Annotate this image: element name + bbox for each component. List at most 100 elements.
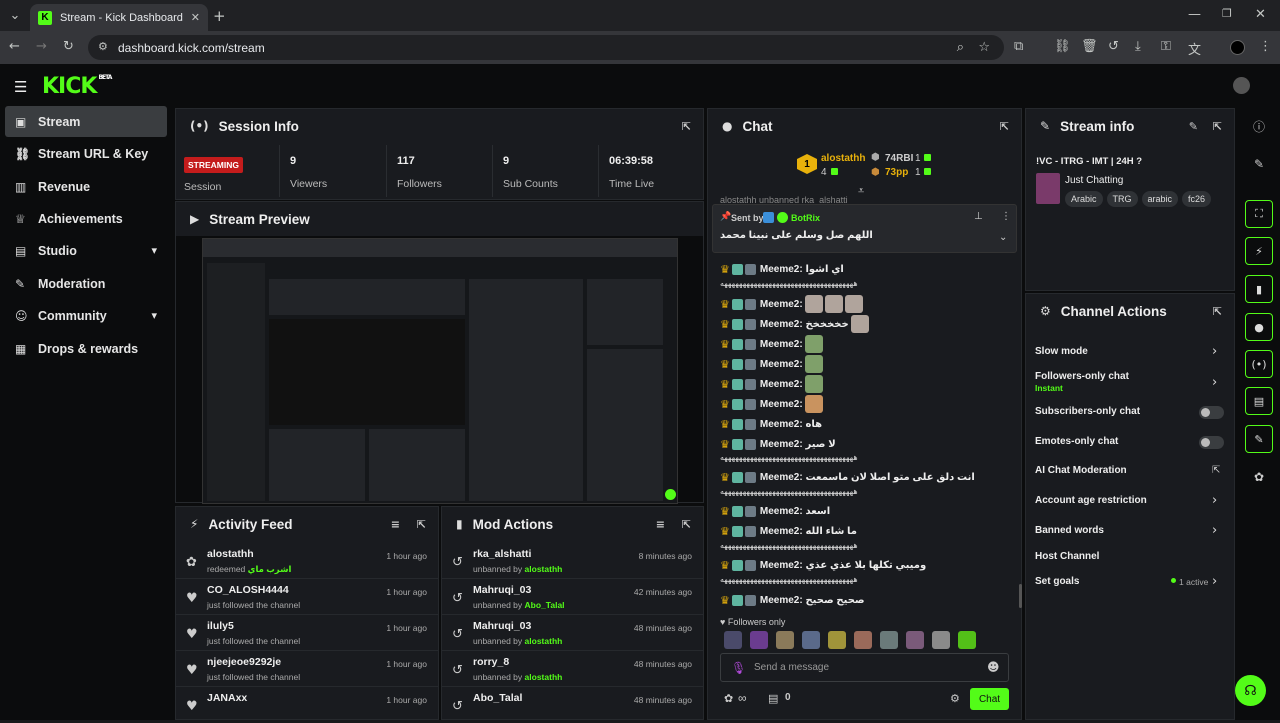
emote-icon[interactable] — [932, 631, 950, 649]
session-widget-icon[interactable]: (•) — [1245, 350, 1273, 378]
chat-username[interactable]: Meeme2: — [760, 472, 803, 483]
unpin-icon[interactable]: ⊥ — [974, 211, 983, 222]
emotes-only-toggle[interactable] — [1199, 436, 1224, 449]
chat-send-button[interactable]: Chat — [970, 688, 1009, 710]
activity-user[interactable]: CO_ALOSH4444 — [207, 584, 289, 596]
chat-widget-icon[interactable]: ● — [1245, 313, 1273, 341]
mod-target[interactable]: rka_alshatti — [473, 548, 531, 560]
external-link-icon[interactable]: ⇱ — [1212, 465, 1220, 476]
emote-icon[interactable] — [906, 631, 924, 649]
translate-ext-icon[interactable]: 文 — [1188, 39, 1201, 58]
ai-moderation-action[interactable]: AI Chat Moderation — [1035, 465, 1127, 476]
emote-icon[interactable] — [880, 631, 898, 649]
download-icon[interactable]: ⤓ — [1135, 39, 1141, 54]
activity-user[interactable]: iluly5 — [207, 620, 234, 632]
link-ext-icon[interactable]: ⛓ — [1054, 39, 1071, 54]
pinned-by-user[interactable]: BotRix — [791, 213, 820, 223]
chat-username[interactable]: Meeme2: — [760, 379, 803, 390]
pinned-message[interactable]: 📌 Sent by BotRix اللهم صل وسلم على نبينا… — [712, 204, 1017, 253]
chat-username[interactable]: Meeme2: — [760, 399, 803, 410]
chevron-right-icon[interactable]: › — [1212, 375, 1217, 390]
tab-search-icon[interactable]: ⌄ — [8, 8, 22, 23]
close-tab-icon[interactable]: ✕ — [191, 11, 200, 24]
stream-info-widget-icon[interactable]: ✎ — [1245, 425, 1273, 453]
set-goals-action[interactable]: Set goals — [1035, 576, 1079, 587]
moderator-name[interactable]: alostathh — [525, 672, 563, 682]
mod-target[interactable]: Abo_Talal — [473, 692, 522, 704]
moderator-name[interactable]: Abo_Talal — [525, 600, 565, 610]
activity-user[interactable]: alostathh — [207, 548, 254, 560]
leaderboard-second-name[interactable]: 74RBI — [885, 153, 913, 164]
expand-icon[interactable]: ⌄ — [999, 232, 1007, 243]
edit-icon[interactable]: ✎ — [1189, 120, 1198, 133]
sidebar-item-stream[interactable]: ▣ Stream — [5, 106, 167, 137]
popout-icon[interactable]: ⇱ — [1000, 120, 1009, 133]
filter-icon[interactable]: ≡ — [656, 518, 665, 531]
chat-scrollbar[interactable] — [1019, 584, 1022, 608]
chat-username[interactable]: Meeme2: — [760, 560, 803, 571]
chat-username[interactable]: Meeme2: — [760, 439, 803, 450]
url-field[interactable]: ⚙ dashboard.kick.com/stream ⌕ ☆ — [88, 35, 1004, 60]
store-icon[interactable]: ▤ — [768, 692, 778, 705]
chevron-right-icon[interactable]: › — [1212, 574, 1217, 589]
browser-tab[interactable]: K Stream - Kick Dashboard ✕ — [30, 4, 208, 31]
profile-avatar[interactable] — [1230, 40, 1245, 55]
popout-icon[interactable]: ⇱ — [1213, 305, 1222, 318]
channel-points-icon[interactable]: ✿ — [724, 692, 733, 705]
sidebar-item-revenue[interactable]: ▥ Revenue — [5, 171, 167, 202]
trash-ext-icon[interactable]: 🗑 — [1081, 39, 1098, 54]
slow-mode-action[interactable]: Slow mode — [1035, 346, 1088, 357]
popout-icon[interactable]: ⇱ — [682, 518, 691, 531]
emote-icon[interactable] — [750, 631, 768, 649]
moderator-name[interactable]: alostathh — [525, 564, 563, 574]
browser-menu-icon[interactable]: ⋮ — [1259, 39, 1272, 54]
filter-icon[interactable]: ≡ — [391, 518, 400, 531]
emote-icon[interactable] — [828, 631, 846, 649]
history-ext-icon[interactable]: ↺ — [1108, 39, 1119, 54]
tag[interactable]: TRG — [1106, 191, 1138, 207]
moderator-name[interactable]: alostathh — [525, 636, 563, 646]
support-headset-icon[interactable]: ☊ — [1235, 675, 1266, 706]
minimize-icon[interactable]: — — [1188, 7, 1201, 22]
chat-username[interactable]: Meeme2: — [760, 506, 803, 517]
actions-widget-icon[interactable]: ▤ — [1245, 387, 1273, 415]
followers-only-action[interactable]: Followers-only chat — [1035, 371, 1129, 382]
hamburger-menu-icon[interactable]: ☰ — [14, 78, 27, 96]
subscribers-only-toggle[interactable] — [1199, 406, 1224, 419]
popout-icon[interactable]: ⇱ — [682, 120, 691, 133]
close-window-icon[interactable]: ✕ — [1255, 7, 1266, 22]
emote-icon[interactable] — [958, 631, 976, 649]
chat-username[interactable]: Meeme2: — [760, 299, 803, 310]
popout-icon[interactable]: ⇱ — [417, 518, 426, 531]
forward-icon[interactable]: → — [36, 39, 47, 54]
chat-username[interactable]: Meeme2: — [760, 359, 803, 370]
chat-username[interactable]: Meeme2: — [760, 526, 803, 537]
mod-target[interactable]: rorry_8 — [473, 656, 509, 668]
info-icon[interactable]: ⓘ — [1245, 112, 1273, 140]
edit-layout-icon[interactable]: ✎ — [1245, 150, 1273, 178]
preview-widget-icon[interactable]: ⛶ — [1245, 200, 1273, 228]
maximize-icon[interactable]: ❐ — [1222, 7, 1232, 20]
new-tab-icon[interactable]: + — [213, 7, 226, 25]
sidebar-item-stream-url-key[interactable]: ⛓ Stream URL & Key — [5, 138, 167, 169]
chat-settings-icon[interactable]: ⚙ — [950, 692, 960, 705]
site-info-icon[interactable]: ⚙ — [98, 40, 108, 53]
mod-widget-icon[interactable]: ▮ — [1245, 275, 1273, 303]
emote-icon[interactable] — [724, 631, 742, 649]
mod-target[interactable]: Mahruqi_03 — [473, 584, 531, 596]
activity-widget-icon[interactable]: ⚡ — [1245, 237, 1273, 265]
sidebar-item-community[interactable]: ☺ Community ▾ — [5, 300, 167, 331]
emote-icon[interactable] — [802, 631, 820, 649]
sidebar-item-drops-rewards[interactable]: ▦ Drops & rewards — [5, 333, 167, 364]
chat-username[interactable]: Meeme2: — [760, 264, 803, 275]
chat-username[interactable]: Meeme2: — [760, 319, 803, 330]
account-age-action[interactable]: Account age restriction — [1035, 495, 1147, 506]
banned-words-action[interactable]: Banned words — [1035, 525, 1104, 536]
back-icon[interactable]: ← — [9, 39, 20, 54]
kick-logo[interactable]: KICK BETA — [42, 74, 112, 99]
rewards-widget-icon[interactable]: ✿ — [1245, 463, 1273, 491]
emote-icon[interactable] — [854, 631, 872, 649]
chat-input[interactable]: 🎙 Send a message ☻ — [720, 653, 1009, 682]
more-options-icon[interactable]: ⋮ — [1001, 211, 1011, 222]
tag[interactable]: fc26 — [1182, 191, 1212, 207]
